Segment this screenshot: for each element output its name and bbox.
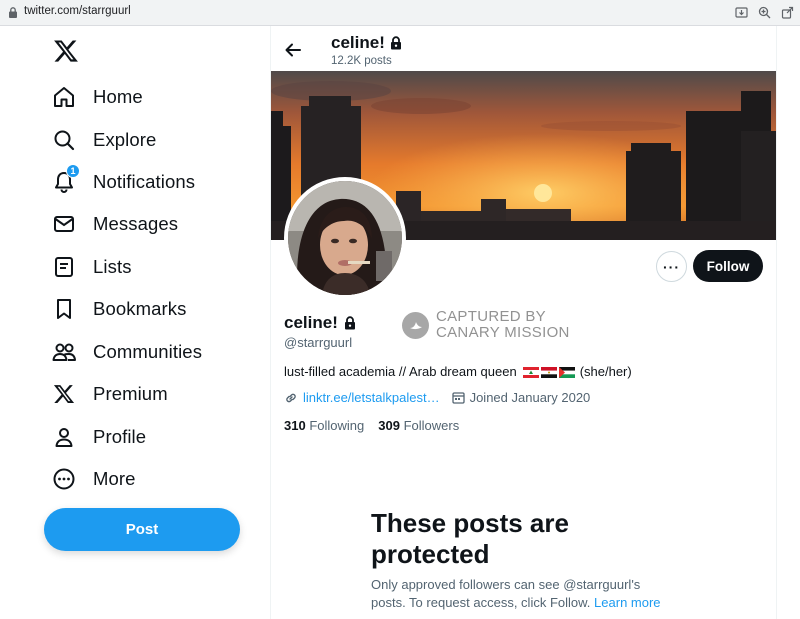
display-name: celine! [284, 313, 338, 332]
calendar-icon [451, 392, 465, 404]
following-link[interactable]: 310 Following [284, 418, 364, 433]
lock-icon [9, 7, 17, 18]
protected-lock-icon [390, 36, 401, 50]
protected-message: Only approved followers can see @starrgu… [371, 576, 666, 612]
nav-explore[interactable]: Explore [50, 123, 156, 157]
person-icon [50, 423, 78, 451]
list-icon [50, 253, 78, 281]
profile-handle: @starrguurl [284, 335, 353, 350]
protected-lock-icon [344, 316, 355, 330]
nav-label: Premium [93, 383, 168, 404]
post-button[interactable]: Post [44, 508, 240, 551]
profile-meta: linktr.ee/letstalkpalest… Joined January… [284, 390, 590, 405]
flag-palestine-icon [557, 364, 575, 379]
canary-mission-watermark: CAPTURED BY CANARY MISSION [402, 309, 570, 341]
header-name: celine! [331, 33, 385, 52]
url-text[interactable]: twitter.com/starrguurl [24, 5, 131, 17]
followers-count: 309 [378, 418, 400, 433]
bookmark-icon [50, 295, 78, 323]
home-icon [50, 83, 78, 111]
bio-text: lust-filled academia // Arab dream queen [284, 364, 517, 379]
nav-bookmarks[interactable]: Bookmarks [50, 292, 186, 326]
followers-label: Followers [403, 418, 460, 433]
x-logo-icon[interactable] [53, 38, 79, 64]
bell-icon: 1 [50, 164, 80, 196]
nav-label: Profile [93, 426, 147, 447]
profile-avatar[interactable] [284, 177, 406, 299]
nav-messages[interactable]: Messages [50, 207, 178, 241]
nav-home[interactable]: Home [50, 80, 143, 114]
followers-link[interactable]: 309 Followers [378, 418, 459, 433]
nav-label: Notifications [93, 171, 196, 192]
nav-label: Explore [93, 129, 157, 150]
search-icon [50, 126, 78, 154]
envelope-icon [50, 210, 78, 238]
nav-label: More [93, 468, 136, 489]
flag-lebanon-icon [521, 364, 539, 379]
profile-link[interactable]: linktr.ee/letstalkpalest… [303, 390, 440, 405]
profile-bio: lust-filled academia // Arab dream queen… [284, 364, 632, 379]
nav-label: Messages [93, 213, 179, 234]
install-icon[interactable] [733, 4, 750, 21]
post-count: 12.2K posts [331, 55, 392, 67]
bio-pronouns: (she/her) [579, 364, 632, 379]
following-label: Following [309, 418, 365, 433]
nav-label: Communities [93, 341, 203, 362]
follow-button[interactable]: Follow [693, 250, 763, 282]
nav-premium[interactable]: Premium [50, 377, 168, 411]
link-icon [286, 393, 296, 402]
nav-profile[interactable]: Profile [50, 420, 146, 454]
learn-more-link[interactable]: Learn more [594, 595, 660, 610]
more-options-button[interactable]: ··· [656, 251, 687, 282]
back-arrow-icon[interactable] [283, 40, 303, 60]
following-count: 310 [284, 418, 306, 433]
profile-name: celine! [284, 313, 356, 333]
header-title: celine! [331, 33, 402, 53]
share-icon[interactable] [779, 4, 796, 21]
joined-date: Joined January 2020 [469, 390, 591, 405]
zoom-icon[interactable] [756, 4, 773, 21]
nav-label: Home [93, 86, 143, 107]
nav-more[interactable]: More [50, 462, 136, 496]
nav-notifications[interactable]: 1 Notifications [50, 164, 196, 199]
notification-badge: 1 [66, 164, 80, 178]
nav-label: Bookmarks [93, 298, 187, 319]
watermark-line2: CANARY MISSION [436, 324, 570, 341]
flag-egypt-icon [539, 364, 557, 379]
column-divider-right [776, 26, 777, 619]
protected-title: These posts are protected [371, 508, 569, 569]
nav-lists[interactable]: Lists [50, 250, 132, 284]
nav-label: Lists [93, 256, 132, 277]
x-logo-icon [50, 380, 78, 408]
people-icon [50, 338, 78, 366]
canary-seal-icon [402, 311, 429, 339]
follow-stats: 310 Following 309 Followers [284, 418, 459, 433]
more-circle-icon [50, 465, 78, 493]
watermark-line1: CAPTURED BY [436, 308, 546, 325]
nav-communities[interactable]: Communities [50, 335, 202, 369]
browser-address-bar[interactable]: twitter.com/starrguurl [0, 0, 800, 26]
